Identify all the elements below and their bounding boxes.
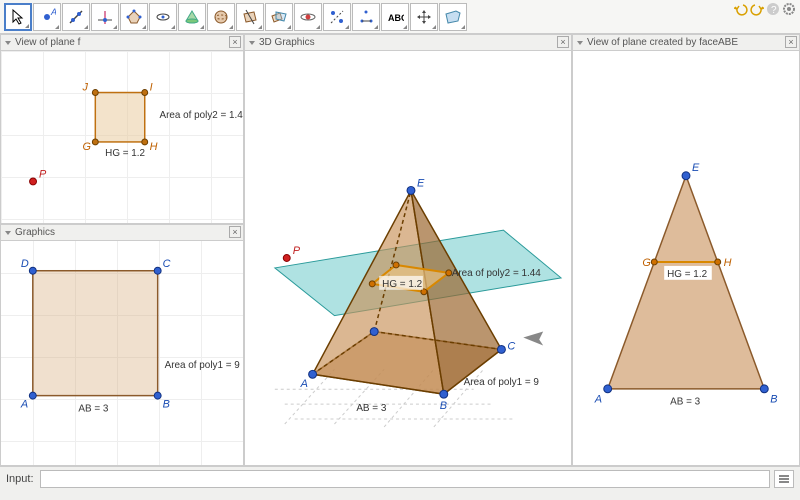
tool-rotate[interactable] [294, 3, 322, 31]
label-a-abe: A [594, 394, 602, 406]
collapse-icon [249, 41, 255, 45]
tool-perpendicular[interactable] [91, 3, 119, 31]
label-e-abe: E [692, 162, 700, 174]
close-icon[interactable]: × [229, 226, 241, 238]
panel-header-graphics[interactable]: Graphics × [1, 225, 243, 241]
label-b-3d: B [440, 400, 447, 412]
label-j: J [81, 82, 88, 94]
label-a-3d: A [300, 378, 308, 390]
label-d: D [21, 258, 29, 270]
measure-ab-abe: AB = 3 [670, 397, 701, 408]
tool-line[interactable] [62, 3, 90, 31]
tool-intersect[interactable] [265, 3, 293, 31]
panel-title: View of plane created by faceABE [587, 37, 738, 48]
help-icon[interactable]: ? [766, 2, 780, 16]
tool-plane[interactable] [236, 3, 264, 31]
tool-view[interactable] [439, 3, 467, 31]
label-h: H [150, 141, 158, 153]
input-label: Input: [6, 473, 34, 485]
panel-header-3d[interactable]: 3D Graphics × [245, 35, 571, 51]
measure-ab: AB = 3 [78, 403, 109, 414]
label-b-abe: B [770, 394, 777, 406]
panel-title: View of plane f [15, 37, 80, 48]
tool-sphere[interactable] [207, 3, 235, 31]
settings-icon[interactable] [782, 2, 796, 16]
label-b: B [163, 399, 170, 411]
close-icon[interactable]: × [557, 36, 569, 48]
label-g: G [82, 141, 90, 153]
panel-graphics: Graphics × D C A B AB = 3 Area of poly1 … [0, 224, 244, 466]
tool-move[interactable] [4, 3, 32, 31]
input-menu-icon[interactable] [774, 470, 794, 488]
svg-text:A: A [50, 8, 56, 17]
close-icon[interactable]: × [229, 36, 241, 48]
panel-3d-graphics: 3D Graphics × [244, 34, 572, 466]
canvas-graphics[interactable]: D C A B AB = 3 Area of poly1 = 9 [1, 241, 243, 465]
workspace: View of plane f × J I G H HG = 1.2 Area … [0, 34, 800, 466]
measure-area-poly1-3d: Area of poly1 = 9 [464, 377, 540, 388]
label-h-abe: H [724, 257, 732, 269]
panel-plane-f: View of plane f × J I G H HG = 1.2 Area … [0, 34, 244, 224]
label-a: A [20, 399, 28, 411]
measure-area-poly2: Area of poly2 = 1.44 [160, 110, 243, 121]
canvas-plane-abe[interactable]: E A B G H HG = 1.2 AB = 3 [573, 51, 799, 465]
tool-translate[interactable] [410, 3, 438, 31]
label-e-3d: E [417, 177, 425, 189]
measure-hg-3d: HG = 1.2 [382, 279, 422, 290]
panel-plane-abe: View of plane created by faceABE × E A B… [572, 34, 800, 466]
panel-title: Graphics [15, 227, 55, 238]
label-c: C [163, 258, 171, 270]
close-icon[interactable]: × [785, 36, 797, 48]
svg-text:?: ? [771, 5, 777, 16]
collapse-icon [5, 41, 11, 45]
collapse-icon [577, 41, 583, 45]
label-i: I [150, 82, 153, 94]
panel-title: 3D Graphics [259, 37, 315, 48]
measure-area-poly1: Area of poly1 = 9 [165, 360, 241, 371]
undo-icon[interactable] [734, 2, 748, 16]
tool-point[interactable]: A [33, 3, 61, 31]
main-toolbar: A ABC ? [0, 0, 800, 34]
panel-header-plane-f[interactable]: View of plane f × [1, 35, 243, 51]
tool-angle[interactable] [352, 3, 380, 31]
tool-polygon[interactable] [120, 3, 148, 31]
measure-area-poly2-3d: Area of poly2 = 1.44 [452, 268, 542, 279]
label-p-3d: P [293, 245, 301, 257]
tool-circle[interactable] [149, 3, 177, 31]
command-input[interactable] [40, 470, 770, 488]
tool-cone[interactable] [178, 3, 206, 31]
tool-text[interactable]: ABC [381, 3, 409, 31]
canvas-plane-f[interactable]: J I G H HG = 1.2 Area of poly2 = 1.44 P [1, 51, 243, 223]
measure-hg: HG = 1.2 [105, 148, 145, 159]
label-g-abe: G [642, 257, 650, 269]
input-bar: Input: [0, 466, 800, 490]
canvas-3d[interactable]: E A B C P HG = 1.2 Area of poly2 = 1.44 … [245, 51, 571, 465]
collapse-icon [5, 231, 11, 235]
label-c-3d: C [507, 340, 515, 352]
label-p: P [39, 169, 47, 181]
svg-text:ABC: ABC [388, 13, 404, 23]
measure-hg-abe: HG = 1.2 [667, 269, 707, 280]
measure-ab-3d: AB = 3 [356, 403, 387, 414]
panel-header-abe[interactable]: View of plane created by faceABE × [573, 35, 799, 51]
redo-icon[interactable] [750, 2, 764, 16]
tool-reflect[interactable] [323, 3, 351, 31]
